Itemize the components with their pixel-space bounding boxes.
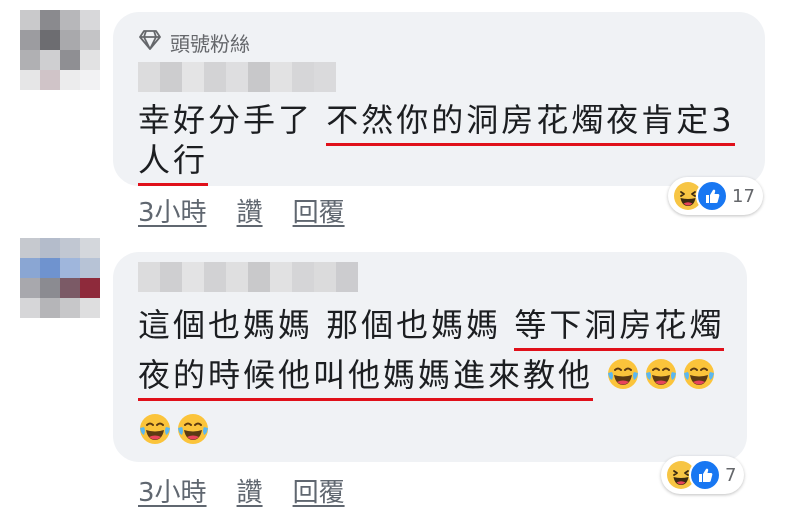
comment-text-line-1: 幸好分手了 不然你的洞房花燭夜肯定3 [138,100,735,146]
like-button[interactable]: 讚 [237,192,263,229]
like-reaction-icon [696,180,728,212]
comment-actions: 3小時 讚 回覆 [138,192,345,229]
face-with-tears-of-joy-icon [644,357,678,391]
comment-text-line-2: 人行 [138,140,209,186]
comment-text: 這個也媽媽 那個也媽媽 [138,306,515,344]
reply-button[interactable]: 回覆 [293,472,345,509]
comment-actions: 3小時 讚 回覆 [138,472,345,509]
author-name-redacted[interactable] [138,262,358,292]
comment-text: 幸好分手了 [138,101,327,139]
underlined-text: 人行 [138,141,209,186]
comment-text-line-3 [138,410,214,450]
reaction-count: 17 [732,185,755,207]
like-button[interactable]: 讚 [237,472,263,509]
face-with-tears-of-joy-icon [138,412,172,446]
reaction-summary[interactable]: 17 [668,177,763,215]
top-fan-badge: 頭號粉絲 [138,28,250,57]
comment-text-line-1: 這個也媽媽 那個也媽媽 等下洞房花燭 [138,305,725,351]
badge-label: 頭號粉絲 [170,32,250,56]
reaction-summary[interactable]: 7 [661,456,745,494]
avatar[interactable] [20,238,100,318]
comment-text-line-2: 夜的時候他叫他媽媽進來教他 [138,355,720,401]
underlined-text: 夜的時候他叫他媽媽進來教他 [138,356,594,401]
face-with-tears-of-joy-icon [606,357,640,391]
timestamp-link[interactable]: 3小時 [138,192,207,229]
underlined-text: 不然你的洞房花燭夜肯定3 [326,101,735,146]
face-with-tears-of-joy-icon [682,357,716,391]
timestamp-link[interactable]: 3小時 [138,472,207,509]
like-reaction-icon [689,459,721,491]
diamond-icon [138,28,162,57]
avatar[interactable] [20,10,100,90]
underlined-text: 等下洞房花燭 [514,306,725,351]
reply-button[interactable]: 回覆 [293,192,345,229]
reaction-count: 7 [725,464,737,486]
author-name-redacted[interactable] [138,62,336,92]
emoji-group [593,356,720,394]
face-with-tears-of-joy-icon [176,412,210,446]
